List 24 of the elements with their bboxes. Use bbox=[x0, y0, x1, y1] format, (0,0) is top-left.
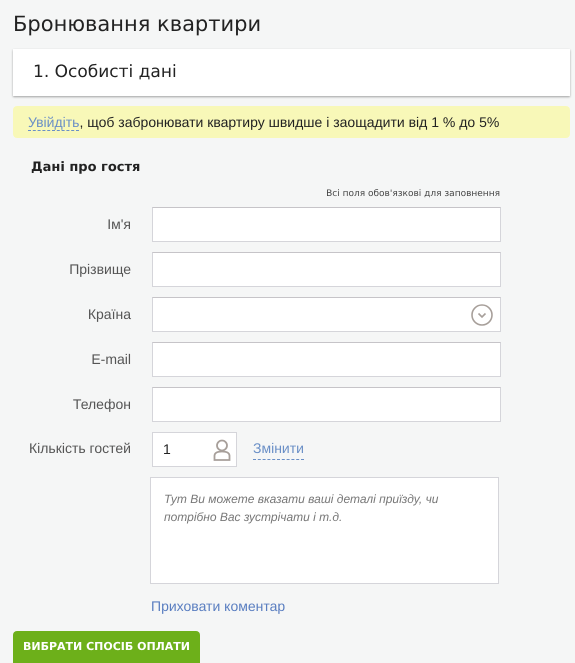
field-label: Кількість гостей bbox=[28, 439, 131, 458]
payment-button[interactable]: ВИБРАТИ СПОСІБ ОПЛАТИ bbox=[13, 631, 200, 663]
input-field[interactable] bbox=[152, 387, 501, 422]
page-title: Бронювання квартири bbox=[13, 12, 262, 38]
person-icon bbox=[213, 438, 231, 461]
hide-comment-link[interactable]: Приховати коментар bbox=[151, 596, 286, 618]
field-label: Телефон bbox=[72, 395, 131, 414]
field-label: Країна bbox=[86, 305, 131, 324]
field-label: E-mail bbox=[90, 350, 131, 370]
field-label: Ім'я bbox=[106, 215, 131, 234]
dropdown-chevron-icon[interactable] bbox=[471, 304, 493, 326]
input-field[interactable] bbox=[152, 252, 501, 288]
guest-count-field[interactable]: 1 bbox=[152, 432, 237, 468]
notice-text: Увійдіть, щоб забронювати квартиру швидше і заощадити від 1 % до 5% bbox=[13, 106, 570, 138]
comment-field[interactable]: Тут Ви можете вказати ваші деталі приїзду, чи потрібно Вас зустрічати і т.д. bbox=[150, 477, 499, 584]
form-heading: Дані про гостя bbox=[31, 159, 142, 178]
login-link[interactable]: Увійдіть bbox=[28, 114, 80, 132]
country-select[interactable] bbox=[152, 297, 501, 332]
section-heading: 1. Особисті дані bbox=[13, 49, 570, 96]
required-note: Всі поля обов'язкові для заповнення bbox=[325, 188, 500, 201]
input-field[interactable] bbox=[152, 207, 501, 242]
change-link[interactable]: Змінити bbox=[253, 438, 304, 460]
field-label: Прізвище bbox=[68, 260, 131, 280]
input-field[interactable] bbox=[152, 342, 501, 378]
